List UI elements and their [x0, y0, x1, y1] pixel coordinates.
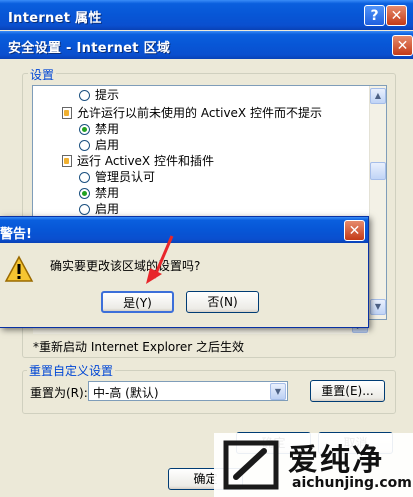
- setting-doc-icon: [62, 155, 72, 167]
- scroll-down-button[interactable]: ▼: [370, 299, 386, 315]
- watermark-url: aichunjing.com: [292, 475, 412, 491]
- setting-doc-icon: [62, 107, 72, 119]
- outer-window-title: Internet 属性: [8, 11, 102, 26]
- help-button[interactable]: ?: [364, 5, 385, 26]
- list-item-label: 禁用: [95, 122, 120, 136]
- list-item-label: 提示: [95, 88, 120, 102]
- scroll-up-button[interactable]: ▲: [370, 88, 386, 104]
- outer-close-button[interactable]: ✕: [386, 5, 407, 26]
- reset-level-value: 中-高 (默认): [93, 386, 159, 400]
- list-item-label: 启用: [95, 202, 120, 216]
- list-item-label: 禁用: [95, 186, 120, 200]
- list-item-label: 允许运行以前未使用的 ActiveX 控件而不提示: [77, 106, 322, 120]
- settings-scrollbar[interactable]: ▲ ▼: [369, 86, 386, 319]
- radio-admin-approved[interactable]: [79, 172, 90, 183]
- reset-to-label: 重置为(R):: [30, 386, 88, 400]
- warning-icon: [4, 255, 34, 282]
- settings-group-label: 设置: [28, 66, 57, 83]
- warning-close-button[interactable]: ✕: [344, 220, 365, 241]
- warning-titlebar: 警告! ✕: [0, 217, 368, 243]
- list-item-label: 启用: [95, 138, 120, 152]
- reset-level-select[interactable]: 中-高 (默认) ▼: [88, 381, 288, 401]
- scroll-thumb[interactable]: [370, 162, 386, 180]
- list-item-label: 运行 ActiveX 控件和插件: [77, 154, 214, 168]
- security-window-titlebar: 安全设置 - Internet 区域 ✕: [0, 31, 413, 59]
- reset-group-label: 重置自定义设置: [27, 362, 116, 379]
- warning-title: 警告!: [0, 227, 32, 242]
- list-item-label: 管理员认可: [95, 170, 156, 184]
- yes-button[interactable]: 是(Y): [101, 291, 174, 313]
- radio-disable-2[interactable]: [79, 188, 90, 199]
- warning-dialog: 警告! ✕ 确实要更改该区域的设置吗? 是(Y) 否(N): [0, 216, 369, 328]
- security-close-button[interactable]: ✕: [392, 35, 413, 56]
- watermark-brand: 爱纯净: [288, 443, 384, 478]
- watermark: 爱纯净 aichunjing.com: [214, 433, 413, 497]
- security-window-title: 安全设置 - Internet 区域: [8, 41, 171, 56]
- restart-note: *重新启动 Internet Explorer 之后生效: [33, 340, 245, 354]
- red-arrow-annotation: [146, 235, 174, 284]
- radio-enable-2[interactable]: [79, 204, 90, 215]
- radio-disable-1[interactable]: [79, 124, 90, 135]
- radio-enable-1[interactable]: [79, 140, 90, 151]
- no-button[interactable]: 否(N): [186, 291, 259, 313]
- watermark-logo-icon: [223, 440, 279, 490]
- reset-button[interactable]: 重置(E)...: [310, 380, 385, 402]
- outer-window-titlebar: Internet 属性 ? ✕: [0, 0, 413, 30]
- radio-prompt[interactable]: [79, 90, 90, 101]
- chevron-down-icon[interactable]: ▼: [270, 383, 286, 400]
